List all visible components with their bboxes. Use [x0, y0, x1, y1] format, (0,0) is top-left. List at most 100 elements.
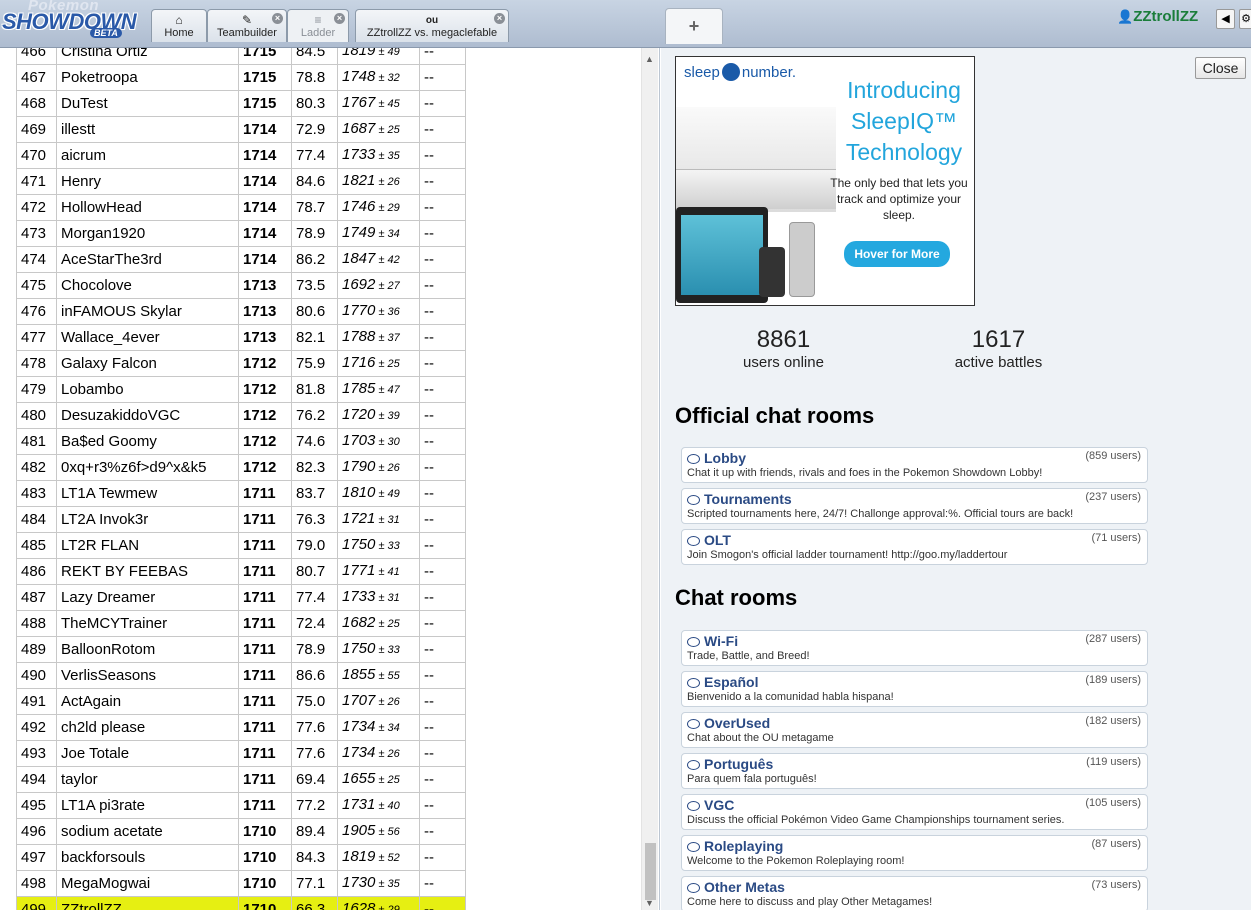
chat-room-item[interactable]: Roleplaying (87 users) Welcome to the Poke…: [681, 835, 1148, 871]
player-name-cell[interactable]: illestt: [56, 116, 239, 143]
player-name-cell[interactable]: backforsouls: [56, 844, 239, 871]
plus-minus-sign: ±: [378, 72, 385, 84]
glicko-rating: 1821: [342, 172, 376, 189]
settings-button[interactable]: ⚙: [1239, 9, 1251, 29]
player-name-cell[interactable]: Wallace_4ever: [56, 324, 239, 351]
player-name-cell[interactable]: HollowHead: [56, 194, 239, 221]
close-icon[interactable]: ×: [494, 13, 505, 24]
glicko-rating: 1749: [342, 224, 376, 241]
ad-cta-button[interactable]: Hover for More: [844, 241, 950, 267]
player-name-cell[interactable]: BalloonRotom: [56, 636, 239, 663]
gxe-cell: 82.1: [291, 324, 338, 351]
gxe-cell: 77.4: [291, 584, 338, 611]
player-name-cell[interactable]: sodium acetate: [56, 818, 239, 845]
gxe-cell: 86.6: [291, 662, 338, 689]
ladder-scrollbar[interactable]: ▲ ▼: [641, 48, 658, 910]
speech-bubble-icon: [687, 801, 700, 811]
plus-minus-sign: ±: [378, 48, 385, 58]
tab-teambuilder[interactable]: ✎ Teambuilder ×: [207, 9, 287, 42]
chat-room-item[interactable]: VGC (105 users) Discuss the official Pokém…: [681, 794, 1148, 830]
player-name-cell[interactable]: LT1A Tewmew: [56, 480, 239, 507]
player-name-cell[interactable]: MegaMogwai: [56, 870, 239, 897]
coil-cell: --: [419, 194, 466, 221]
player-name-cell[interactable]: Cristina Ortiz: [56, 48, 239, 65]
player-name-cell[interactable]: taylor: [56, 766, 239, 793]
player-name-cell[interactable]: AceStarThe3rd: [56, 246, 239, 273]
player-name-cell[interactable]: ch2ld please: [56, 714, 239, 741]
elo-cell: 1711: [238, 532, 292, 559]
player-name-cell[interactable]: Joe Totale: [56, 740, 239, 767]
player-name-cell[interactable]: Ba$ed Goomy: [56, 428, 239, 455]
chat-room-item[interactable]: OverUsed (182 users) Chat about the OU met…: [681, 712, 1148, 748]
player-name-cell[interactable]: Chocolove: [56, 272, 239, 299]
rank-cell: 473: [16, 220, 57, 247]
tab-battle[interactable]: ou ZZtrollZZ vs. megaclefable ×: [355, 9, 509, 42]
player-name-cell[interactable]: inFAMOUS Skylar: [56, 298, 239, 325]
chat-room-item[interactable]: Español (189 users) Bienvenido a la comuni…: [681, 671, 1148, 707]
plus-minus-sign: ±: [378, 228, 385, 240]
ad-brand-right: number.: [741, 64, 797, 81]
chat-room-item[interactable]: Lobby (859 users) Chat it up with friends,…: [681, 447, 1148, 483]
active-battles-stat[interactable]: 1617 active battles: [926, 326, 1071, 371]
chat-room-item[interactable]: Other Metas (73 users) Come here to discus…: [681, 876, 1148, 910]
player-name-cell[interactable]: REKT BY FEEBAS: [56, 558, 239, 585]
ladder-row: 488 TheMCYTrainer 1711 72.4 1682 ± 25 --: [16, 610, 466, 637]
player-name-cell[interactable]: VerlisSeasons: [56, 662, 239, 689]
rank-cell: 466: [16, 48, 57, 65]
elo-cell: 1711: [238, 610, 292, 637]
speech-bubble-icon: [687, 495, 700, 505]
chat-room-item[interactable]: Português (119 users) Para quem fala portu…: [681, 753, 1148, 789]
glicko-deviation: ± 36: [375, 306, 399, 318]
ladder-row: 493 Joe Totale 1711 77.6 1734 ± 26 --: [16, 740, 466, 767]
showdown-logo[interactable]: Pokemon SHOWDOWN BETA: [2, 0, 148, 42]
player-name-cell[interactable]: Poketroopa: [56, 64, 239, 91]
deviation-value: 47: [387, 384, 400, 396]
glicko-rating: 1770: [342, 302, 376, 319]
player-name-cell[interactable]: DuTest: [56, 90, 239, 117]
close-icon[interactable]: ×: [272, 13, 283, 24]
chat-room-item[interactable]: Wi-Fi (287 users) Trade, Battle, and Breed…: [681, 630, 1148, 666]
sound-button[interactable]: ◀: [1216, 9, 1235, 29]
player-name-cell[interactable]: Morgan1920: [56, 220, 239, 247]
player-name-cell[interactable]: ActAgain: [56, 688, 239, 715]
glicko-cell: 1785 ± 47: [337, 376, 420, 403]
glicko-cell: 1692 ± 27: [337, 272, 420, 299]
gxe-cell: 86.2: [291, 246, 338, 273]
player-name-cell[interactable]: Lobambo: [56, 376, 239, 403]
speaker-icon: ◀: [1221, 13, 1230, 25]
player-name-cell[interactable]: aicrum: [56, 142, 239, 169]
player-name-cell[interactable]: TheMCYTrainer: [56, 610, 239, 637]
player-name-cell[interactable]: Henry: [56, 168, 239, 195]
player-name-cell[interactable]: DesuzakiddoVGC: [56, 402, 239, 429]
player-name-cell[interactable]: LT1A pi3rate: [56, 792, 239, 819]
glicko-rating: 1847: [342, 250, 376, 267]
new-tab-button[interactable]: +: [665, 8, 723, 44]
player-name-cell[interactable]: Galaxy Falcon: [56, 350, 239, 377]
scroll-thumb[interactable]: [645, 843, 656, 900]
tab-ladder[interactable]: ≡ Ladder ×: [287, 9, 349, 42]
rank-cell: 482: [16, 454, 57, 481]
gxe-cell: 77.2: [291, 792, 338, 819]
deviation-value: 36: [387, 306, 400, 318]
player-name-cell[interactable]: LT2A Invok3r: [56, 506, 239, 533]
ladder-row: 484 LT2A Invok3r 1711 76.3 1721 ± 31 --: [16, 506, 466, 533]
close-button[interactable]: Close: [1195, 57, 1246, 79]
scroll-up-icon[interactable]: ▲: [645, 54, 654, 64]
speech-bubble-icon: [687, 719, 700, 729]
scroll-down-icon[interactable]: ▼: [645, 898, 654, 908]
player-name-cell[interactable]: Lazy Dreamer: [56, 584, 239, 611]
chat-room-item[interactable]: OLT (71 users) Join Smogon's official ladd…: [681, 529, 1148, 565]
deviation-value: 35: [387, 150, 400, 162]
coil-cell: --: [419, 610, 466, 637]
player-name-cell[interactable]: LT2R FLAN: [56, 532, 239, 559]
chat-room-item[interactable]: Tournaments (237 users) Scripted tournamen…: [681, 488, 1148, 524]
glicko-deviation: ± 26: [375, 748, 399, 760]
close-icon[interactable]: ×: [334, 13, 345, 24]
player-name-cell[interactable]: ZZtrollZZ: [56, 896, 239, 910]
rank-cell: 470: [16, 142, 57, 169]
player-name-cell[interactable]: 0xq+r3%z6f>d9^x&k5: [56, 454, 239, 481]
home-icon: ⌂: [175, 13, 183, 27]
user-name[interactable]: 👤ZZtrollZZ: [1117, 8, 1198, 30]
advertisement[interactable]: sleep number. Introducing SleepIQ™ Techno…: [675, 56, 975, 306]
tab-home[interactable]: ⌂ Home: [151, 9, 207, 42]
